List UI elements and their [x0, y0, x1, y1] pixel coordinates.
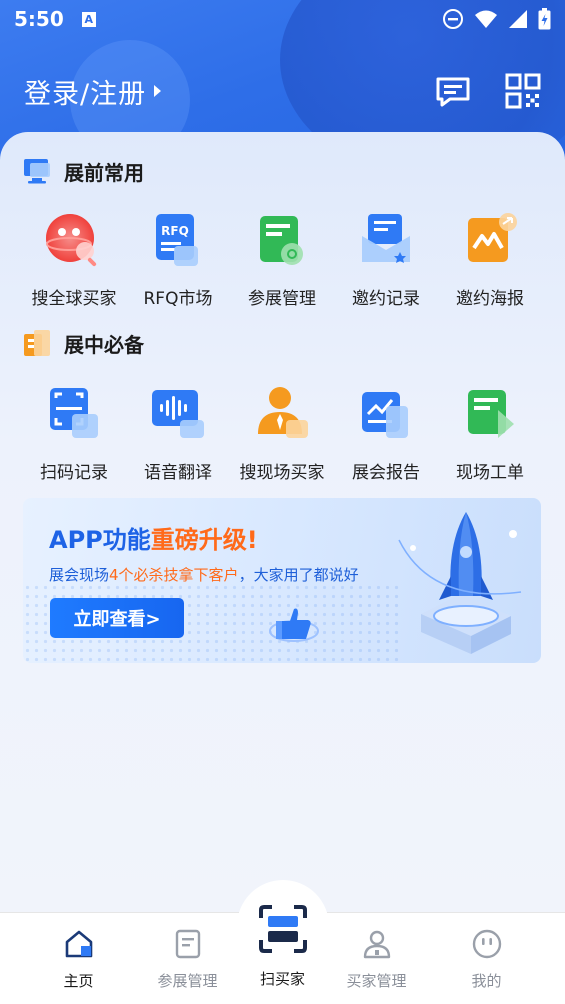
- grid-item-search-onsite-buyers[interactable]: 搜现场买家: [230, 382, 334, 483]
- battery-icon: [538, 8, 551, 30]
- nav-label: 主页: [63, 972, 94, 990]
- voice-translate-icon: [152, 390, 204, 438]
- thumbs-up-icon: [269, 608, 319, 642]
- banner-title: APP功能重磅升级!: [49, 526, 258, 554]
- nav-label: 买家管理: [346, 972, 407, 990]
- caret-right-icon: [154, 85, 162, 97]
- qr-code-icon[interactable]: [504, 72, 542, 110]
- monitor-icon: [24, 159, 50, 184]
- upgrade-banner[interactable]: APP功能重磅升级! 展会现场4个必杀技拿下客户，大家用了都说好 立即查看>: [23, 498, 541, 663]
- nav-label: 参展管理: [157, 972, 218, 990]
- section-title-label: 展前常用: [64, 160, 144, 185]
- scan-icon: [258, 905, 307, 953]
- home-icon: [65, 930, 92, 958]
- grid-item-voice-translate[interactable]: 语音翻译: [126, 382, 230, 483]
- message-icon[interactable]: [434, 72, 472, 110]
- grid-item-scan-records[interactable]: 扫码记录: [22, 382, 126, 483]
- login-register-label: 登录/注册: [24, 78, 147, 110]
- status-bar: 5:50 A: [0, 0, 565, 38]
- status-time: 5:50: [14, 7, 64, 31]
- grid-item-label: 现场工单: [456, 463, 524, 483]
- grid-item-exhibit-management[interactable]: 参展管理: [230, 208, 334, 309]
- nav-label: 扫买家: [259, 970, 305, 988]
- expo-report-icon: [362, 392, 408, 438]
- nav-home[interactable]: 主页: [22, 912, 135, 1004]
- section-title-label: 展中必备: [64, 332, 144, 357]
- banner-subtitle: 展会现场4个必杀技拿下客户，大家用了都说好: [49, 566, 359, 584]
- grid-item-label: 搜现场买家: [239, 463, 325, 483]
- grid-item-invite-poster[interactable]: 邀约海报: [438, 208, 542, 309]
- person-icon: [363, 930, 390, 959]
- login-register-link[interactable]: 登录/注册: [24, 70, 162, 112]
- invite-record-icon: [362, 214, 410, 263]
- grid-item-label: 展会报告: [352, 463, 420, 483]
- grid-item-label: 扫码记录: [40, 463, 108, 483]
- grid-item-rfq-market[interactable]: RFQ RFQ市场: [126, 208, 230, 309]
- grid-item-onsite-ticket[interactable]: 现场工单: [438, 382, 542, 483]
- do-not-disturb-icon: [443, 9, 463, 29]
- onsite-ticket-icon: [468, 390, 514, 438]
- grid-item-label: 邀约记录: [352, 289, 420, 309]
- document-icon: [175, 929, 200, 959]
- pre-expo-grid: 搜全球买家 RFQ RFQ市场 参展管理 邀约记录 邀约海报: [22, 208, 542, 309]
- globe-search-icon: [46, 214, 97, 267]
- during-expo-grid: 扫码记录 语音翻译 搜现场买家 展会报告 现场工单: [22, 382, 542, 483]
- grid-item-expo-report[interactable]: 展会报告: [334, 382, 438, 483]
- invite-poster-icon: [468, 213, 517, 262]
- grid-item-label: 参展管理: [248, 289, 316, 309]
- section-title-pre-expo: 展前常用: [22, 156, 144, 186]
- notification-a-icon: A: [81, 11, 96, 27]
- grid-item-label: RFQ市场: [143, 289, 213, 309]
- svg-text:RFQ: RFQ: [161, 224, 189, 238]
- grid-item-invite-records[interactable]: 邀约记录: [334, 208, 438, 309]
- exhibit-manage-icon: [260, 216, 303, 265]
- grid-item-label: 搜全球买家: [31, 289, 117, 309]
- rfq-icon: RFQ: [156, 214, 198, 266]
- grid-item-label: 语音翻译: [144, 463, 212, 483]
- view-now-button[interactable]: 立即查看>: [50, 598, 184, 638]
- signal-icon: [509, 10, 527, 28]
- nav-label: 我的: [471, 972, 502, 990]
- rocket-illustration: [398, 512, 522, 654]
- building-icon: [24, 330, 50, 356]
- onsite-buyer-icon: [258, 387, 308, 438]
- grid-item-label: 邀约海报: [456, 289, 524, 309]
- grid-item-search-global-buyers[interactable]: 搜全球买家: [22, 208, 126, 309]
- scan-record-icon: [50, 388, 98, 438]
- wifi-icon: [475, 10, 497, 28]
- nav-buyer-management[interactable]: 买家管理: [320, 912, 433, 1004]
- profile-icon: [472, 929, 501, 959]
- section-title-during-expo: 展中必备: [22, 328, 144, 358]
- nav-profile[interactable]: 我的: [430, 912, 543, 1004]
